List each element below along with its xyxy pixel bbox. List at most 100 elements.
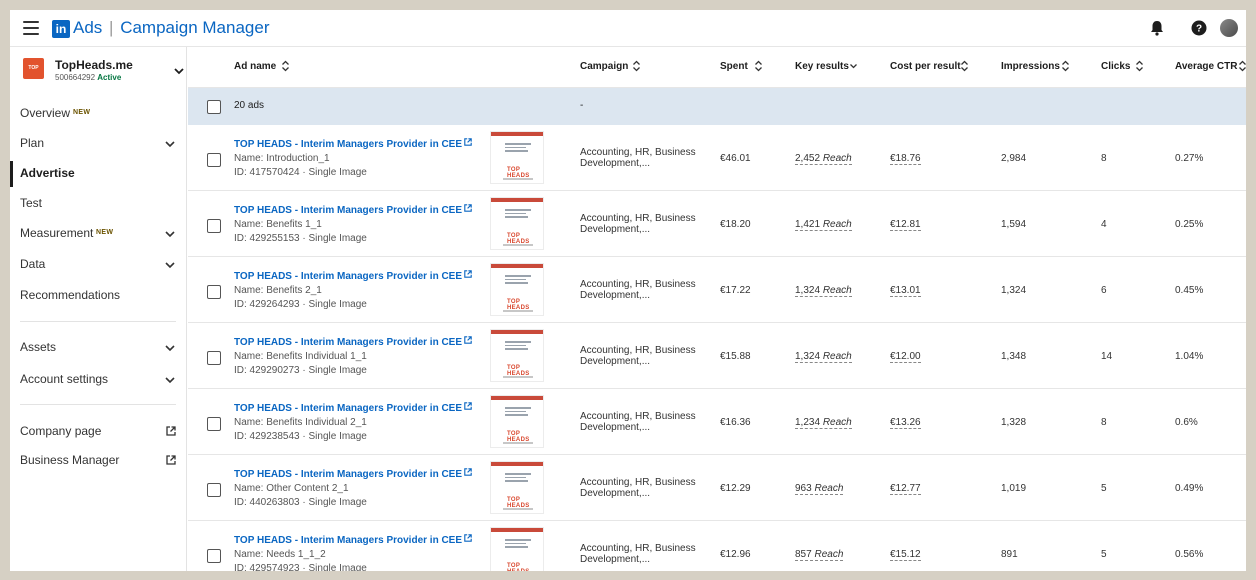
thumbnail-text-lines: [505, 473, 531, 484]
campaign-cell[interactable]: Accounting, HR, Business Development,...: [580, 543, 700, 565]
sidebar-item-company-page[interactable]: Company page: [10, 419, 187, 445]
sort-descending-icon[interactable]: [849, 60, 858, 72]
table-row[interactable]: TOP HEADS - Interim Managers Provider in…: [188, 455, 1246, 521]
table-row[interactable]: TOP HEADS - Interim Managers Provider in…: [188, 191, 1246, 257]
column-header-impressions[interactable]: Impressions: [1001, 61, 1060, 72]
campaign-cell[interactable]: Accounting, HR, Business Development,...: [580, 147, 700, 169]
account-switcher[interactable]: TOP HEADS TopHeads.me 500664292 Active: [23, 58, 184, 92]
ad-title-link[interactable]: TOP HEADS - Interim Managers Provider in…: [234, 468, 472, 480]
key-results-cell[interactable]: 1,324 Reach: [795, 285, 852, 297]
linkedin-logo[interactable]: in: [52, 20, 70, 38]
sort-icon[interactable]: [632, 60, 641, 72]
campaign-cell[interactable]: Accounting, HR, Business Development,...: [580, 477, 700, 499]
column-header-clicks[interactable]: Clicks: [1101, 61, 1130, 72]
average-ctr-cell: 0.49%: [1175, 483, 1204, 494]
column-header-key-results[interactable]: Key results: [795, 61, 849, 72]
sidebar-item-account-settings[interactable]: Account settings: [10, 367, 187, 393]
sidebar-item-overview[interactable]: Overview NEW: [10, 101, 187, 127]
ad-thumbnail[interactable]: TOP HEADS: [490, 461, 544, 514]
table-row[interactable]: TOP HEADS - Interim Managers Provider in…: [188, 323, 1246, 389]
key-results-cell[interactable]: 857 Reach: [795, 549, 844, 561]
ad-thumbnail[interactable]: TOP HEADS: [490, 263, 544, 316]
column-header-ad-name[interactable]: Ad name: [234, 61, 276, 72]
sidebar-item-recommendations[interactable]: Recommendations: [10, 283, 187, 309]
table-row[interactable]: TOP HEADS - Interim Managers Provider in…: [188, 389, 1246, 455]
table-row[interactable]: TOP HEADS - Interim Managers Provider in…: [188, 257, 1246, 323]
column-header-campaign[interactable]: Campaign: [580, 61, 628, 72]
row-checkbox[interactable]: [207, 153, 221, 167]
table-row[interactable]: TOP HEADS - Interim Managers Provider in…: [188, 521, 1246, 571]
chevron-down-icon[interactable]: [174, 66, 184, 76]
table-row[interactable]: TOP HEADS - Interim Managers Provider in…: [188, 125, 1246, 191]
select-all-checkbox[interactable]: [207, 100, 221, 114]
sidebar-item-data[interactable]: Data: [10, 252, 187, 278]
row-checkbox[interactable]: [207, 483, 221, 497]
campaign-cell[interactable]: Accounting, HR, Business Development,...: [580, 345, 700, 367]
sidebar-item-assets[interactable]: Assets: [10, 335, 187, 361]
avatar[interactable]: [1220, 19, 1238, 37]
ad-title-link[interactable]: TOP HEADS - Interim Managers Provider in…: [234, 336, 472, 348]
cost-per-result-cell[interactable]: €13.01: [890, 285, 921, 297]
clicks-cell: 8: [1101, 417, 1107, 428]
key-results-cell[interactable]: 2,452 Reach: [795, 153, 852, 165]
cost-per-result-cell[interactable]: €12.81: [890, 219, 921, 231]
spent-cell: €17.22: [720, 285, 751, 296]
product-title[interactable]: Ads | Campaign Manager: [73, 18, 270, 38]
ad-title-link[interactable]: TOP HEADS - Interim Managers Provider in…: [234, 204, 472, 216]
column-header-cost-per-result[interactable]: Cost per result: [890, 61, 961, 72]
campaign-cell[interactable]: Accounting, HR, Business Development,...: [580, 411, 700, 433]
ad-title-link[interactable]: TOP HEADS - Interim Managers Provider in…: [234, 270, 472, 282]
thumbnail-footer: [503, 508, 533, 510]
cost-per-result-cell[interactable]: €15.12: [890, 549, 921, 561]
ad-thumbnail[interactable]: TOP HEADS: [490, 131, 544, 184]
key-results-cell[interactable]: 1,234 Reach: [795, 417, 852, 429]
sidebar-item-measurement[interactable]: Measurement NEW: [10, 221, 187, 247]
sort-icon[interactable]: [754, 60, 763, 72]
cost-per-result-cell[interactable]: €18.76: [890, 153, 921, 165]
chevron-down-icon: [165, 377, 175, 384]
row-checkbox[interactable]: [207, 219, 221, 233]
campaign-cell[interactable]: Accounting, HR, Business Development,...: [580, 279, 700, 301]
row-checkbox[interactable]: [207, 417, 221, 431]
thumbnail-text-lines: [505, 143, 531, 154]
column-header-spent[interactable]: Spent: [720, 61, 748, 72]
sidebar-item-business-manager[interactable]: Business Manager: [10, 448, 187, 474]
ad-title-link[interactable]: TOP HEADS - Interim Managers Provider in…: [234, 534, 472, 546]
ad-title-link[interactable]: TOP HEADS - Interim Managers Provider in…: [234, 138, 472, 150]
column-header-average-ctr[interactable]: Average CTR: [1175, 61, 1237, 72]
ad-thumbnail[interactable]: TOP HEADS: [490, 395, 544, 448]
sort-icon[interactable]: [1238, 60, 1246, 72]
sort-icon[interactable]: [1061, 60, 1070, 72]
bell-icon[interactable]: [1148, 19, 1166, 37]
key-results-cell[interactable]: 963 Reach: [795, 483, 844, 495]
key-results-unit: Reach: [822, 219, 852, 230]
cost-per-result-cell[interactable]: €12.77: [890, 483, 921, 495]
row-checkbox[interactable]: [207, 351, 221, 365]
row-checkbox[interactable]: [207, 549, 221, 563]
brand-separator: |: [109, 18, 114, 37]
key-results-cell[interactable]: 1,324 Reach: [795, 351, 852, 363]
chevron-down-icon: [165, 262, 175, 269]
ad-thumbnail[interactable]: TOP HEADS: [490, 329, 544, 382]
cost-per-result-cell[interactable]: €12.00: [890, 351, 921, 363]
ad-thumbnail[interactable]: TOP HEADS: [490, 527, 544, 571]
help-icon[interactable]: ?: [1190, 19, 1208, 37]
sort-icon[interactable]: [960, 60, 969, 72]
sidebar-item-test[interactable]: Test: [10, 191, 187, 217]
sidebar-item-plan[interactable]: Plan: [10, 131, 187, 157]
sort-icon[interactable]: [1135, 60, 1144, 72]
ad-thumbnail[interactable]: TOP HEADS: [490, 197, 544, 250]
menu-icon[interactable]: [23, 21, 39, 35]
cost-per-result-cell[interactable]: €13.26: [890, 417, 921, 429]
ad-name: Name: Other Content 2_1: [234, 483, 349, 494]
row-checkbox[interactable]: [207, 285, 221, 299]
sidebar-item-advertise[interactable]: Advertise: [10, 161, 187, 187]
sort-icon[interactable]: [281, 60, 290, 72]
campaign-cell[interactable]: Accounting, HR, Business Development,...: [580, 213, 700, 235]
top-bar: in Ads | Campaign Manager ?: [10, 10, 1246, 47]
ad-title-link[interactable]: TOP HEADS - Interim Managers Provider in…: [234, 402, 472, 414]
sidebar-item-label: Company page: [20, 424, 102, 438]
key-results-value: 2,452: [795, 153, 821, 164]
ad-name: Name: Introduction_1: [234, 153, 330, 164]
key-results-cell[interactable]: 1,421 Reach: [795, 219, 852, 231]
